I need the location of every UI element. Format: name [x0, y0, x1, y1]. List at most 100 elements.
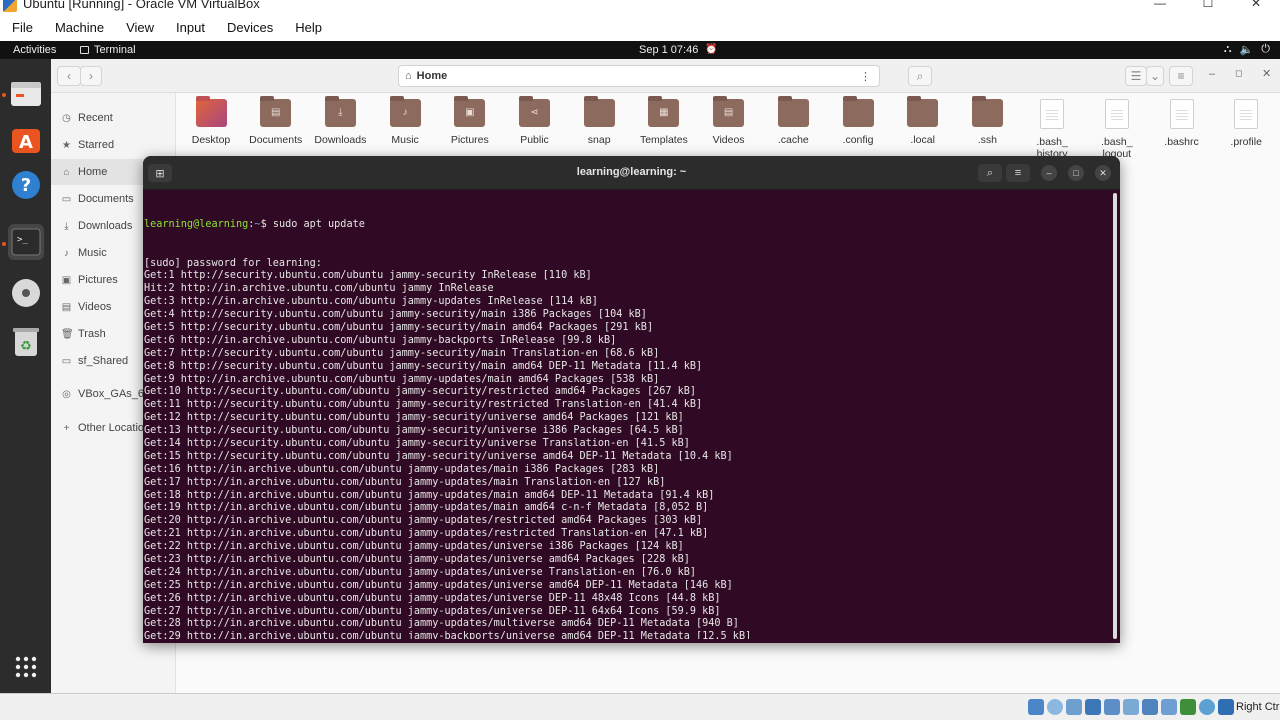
dock-trash[interactable]: ♻: [8, 324, 44, 360]
menu-input[interactable]: Input: [176, 20, 205, 35]
usb-icon[interactable]: [1104, 699, 1120, 715]
file-label: .bashrc: [1164, 136, 1199, 148]
menu-machine[interactable]: Machine: [55, 20, 104, 35]
folder-item-documents[interactable]: ▤ Documents: [244, 96, 308, 146]
network-adapter-icon[interactable]: [1085, 699, 1101, 715]
activities-button[interactable]: Activities: [13, 44, 56, 56]
folder-item-downloads[interactable]: ⤓ Downloads: [308, 96, 372, 146]
shared-folders-icon[interactable]: [1123, 699, 1139, 715]
path-bar[interactable]: ⌂ Home ⋮: [398, 65, 880, 87]
close-button[interactable]: ✕: [1232, 0, 1280, 12]
maximize-button[interactable]: ☐: [1184, 0, 1232, 12]
clock[interactable]: Sep 1 07:46: [639, 44, 698, 56]
files-icon: [11, 82, 41, 106]
back-button[interactable]: ‹: [57, 66, 81, 86]
file-item-dot-bash-logout[interactable]: .bash_ logout: [1085, 99, 1149, 160]
path-label: Home: [416, 70, 448, 82]
terminal-output[interactable]: learning@learning:~$ sudo apt update [su…: [144, 193, 1109, 639]
folder-item-videos[interactable]: ▤ Videos: [697, 96, 761, 146]
terminal-scrollbar[interactable]: [1113, 193, 1117, 639]
terminal-output-line: Get:25 http://in.archive.ubuntu.com/ubun…: [144, 579, 733, 591]
system-tray[interactable]: ⛬ 🔈 ⏻: [1224, 43, 1270, 56]
show-apps-button[interactable]: [8, 649, 44, 685]
search-icon: ⌕: [986, 166, 994, 179]
dock-help[interactable]: ?: [8, 167, 44, 203]
music-icon: ♪: [64, 247, 69, 259]
dock-disc[interactable]: [8, 275, 44, 311]
terminal-search-button[interactable]: ⌕: [978, 164, 1002, 182]
terminal-output-line: Get:18 http://in.archive.ubuntu.com/ubun…: [144, 489, 715, 501]
terminal-maximize-button[interactable]: □: [1068, 165, 1084, 181]
file-item-dot-profile[interactable]: .profile: [1214, 99, 1278, 148]
folder-item-dot-config[interactable]: .config: [826, 96, 890, 146]
sidebar-item-recent[interactable]: ◷ Recent: [51, 105, 176, 131]
menu-view[interactable]: View: [126, 20, 154, 35]
file-label: Music: [391, 134, 419, 146]
menu-file[interactable]: File: [12, 20, 33, 35]
menu-devices[interactable]: Devices: [227, 20, 273, 35]
clock-icon: ◷: [62, 112, 71, 124]
folder-item-dot-ssh[interactable]: .ssh: [955, 96, 1019, 146]
sidebar-item-starred[interactable]: ★ Starred: [51, 132, 176, 158]
terminal-menu-button[interactable]: ≡: [1006, 164, 1030, 182]
file-item-dot-bash-history[interactable]: .bash_ history: [1020, 99, 1084, 160]
terminal-minimize-button[interactable]: –: [1041, 165, 1057, 181]
sidebar-item-label: sf_Shared: [78, 355, 129, 367]
view-options-button[interactable]: ⌄: [1146, 66, 1164, 86]
search-button[interactable]: ⌕: [908, 66, 932, 86]
menu-help[interactable]: Help: [295, 20, 322, 35]
folder-item-templates[interactable]: ▦ Templates: [632, 96, 696, 146]
svg-text:>_: >_: [17, 235, 28, 245]
recycle-bin-icon: ♻: [13, 328, 39, 356]
file-label: Desktop: [191, 134, 231, 146]
sidebar-item-label: Documents: [78, 193, 134, 205]
dock-files[interactable]: [8, 75, 44, 111]
minimize-button[interactable]: —: [1136, 0, 1184, 12]
audio-icon[interactable]: [1066, 699, 1082, 715]
files-close-button[interactable]: ✕: [1262, 67, 1271, 80]
recording-icon[interactable]: [1161, 699, 1177, 715]
cpu-icon[interactable]: [1180, 699, 1196, 715]
keyboard-icon[interactable]: [1218, 699, 1234, 715]
terminal-close-button[interactable]: ✕: [1095, 165, 1111, 181]
terminal-output-line: Get:23 http://in.archive.ubuntu.com/ubun…: [144, 554, 690, 565]
terminal-output-line: Get:15 http://security.ubuntu.com/ubuntu…: [144, 450, 733, 462]
dock-software[interactable]: A: [8, 121, 44, 157]
folder-item-public[interactable]: ⋖ Public: [503, 96, 567, 146]
view-list-button[interactable]: ☰: [1125, 66, 1147, 86]
folder-icon: [842, 96, 874, 127]
folder-item-dot-cache[interactable]: .cache: [761, 96, 825, 146]
files-maximize-button[interactable]: ◻: [1235, 68, 1242, 79]
terminal-output-line: Get:3 http://in.archive.ubuntu.com/ubunt…: [144, 296, 598, 308]
files-header: ‹ › ⌂ Home ⋮ ⌕ ☰ ⌄ ≡ – ◻ ✕: [51, 59, 1280, 93]
app-menu[interactable]: Terminal: [80, 44, 136, 56]
hard-disk-icon[interactable]: [1028, 699, 1044, 715]
mouse-integration-icon[interactable]: [1199, 699, 1215, 715]
folder-item-music[interactable]: ♪ Music: [373, 96, 437, 146]
folder-item-desktop[interactable]: Desktop: [179, 96, 243, 146]
optical-drive-icon[interactable]: [1047, 699, 1063, 715]
terminal-output-line: Get:29 http://in.archive.ubuntu.com/ubun…: [144, 631, 752, 639]
main-menu-button[interactable]: ≡: [1169, 66, 1193, 86]
dock-terminal[interactable]: >_: [8, 224, 44, 260]
trash-icon: 🗑: [61, 328, 74, 340]
display-icon[interactable]: [1142, 699, 1158, 715]
search-icon: ⌕: [916, 68, 924, 83]
forward-button[interactable]: ›: [80, 66, 102, 86]
folder-item-dot-local[interactable]: .local: [891, 96, 955, 146]
video-icon: ▤: [61, 301, 72, 313]
file-item-dot-bashrc[interactable]: .bashrc: [1150, 99, 1214, 148]
folder-item-pictures[interactable]: ▣ Pictures: [438, 96, 502, 146]
path-menu-icon[interactable]: ⋮: [860, 70, 871, 83]
file-label: Downloads: [314, 134, 367, 146]
folder-item-snap[interactable]: snap: [567, 96, 631, 146]
command-text: sudo apt update: [272, 218, 365, 230]
terminal-output-line: Get:24 http://in.archive.ubuntu.com/ubun…: [144, 566, 697, 578]
file-label: .ssh: [977, 134, 998, 146]
terminal-title: learning@learning: ~: [576, 166, 687, 178]
folder-icon: ▦: [648, 96, 680, 127]
files-minimize-button[interactable]: –: [1209, 68, 1215, 80]
terminal-window[interactable]: ⊞ learning@learning: ~ ⌕ ≡ – □ ✕ learnin…: [143, 156, 1120, 643]
folder-icon: ▣: [454, 96, 486, 127]
vbox-menubar: File Machine View Input Devices Help: [0, 14, 1280, 41]
